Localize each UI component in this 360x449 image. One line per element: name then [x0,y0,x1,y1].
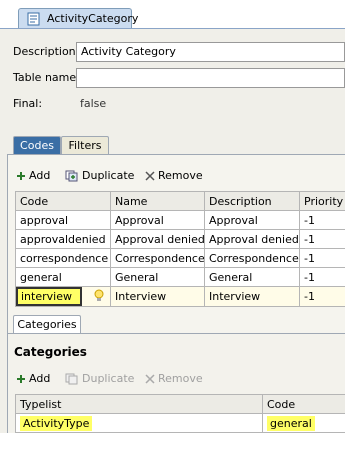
codes-remove-label: Remove [158,169,203,182]
name-cell[interactable]: General [110,267,205,287]
code-edit-input[interactable]: interview [16,287,82,306]
categories-section-title: Categories [14,345,87,359]
description-cell[interactable]: General [204,267,300,287]
name-cell[interactable]: Approval [110,210,205,230]
codes-add-label: Add [29,169,51,182]
description-cell[interactable]: Interview [204,286,300,307]
page-edge-right [345,0,360,449]
codes-panel: Add Duplicate Remove Code Name Descripti… [7,154,347,341]
typelist-value: ActivityType [20,415,93,431]
categories-panel: Categories Add Duplicate Remove Typelist… [7,333,347,436]
categories-add-label: Add [29,372,51,385]
tab-categories[interactable]: Categories [13,315,81,334]
codes-add-button[interactable]: Add [16,168,50,184]
column-header-code[interactable]: Code [15,191,111,211]
tablename-field[interactable] [76,68,345,88]
name-cell[interactable]: Interview [110,286,205,307]
typelist-icon [27,12,40,26]
column-header-priority[interactable]: Priority [299,191,347,211]
final-label: Final: [13,97,43,110]
table-row[interactable]: correspondence Correspondence Correspond… [15,248,347,268]
table-row[interactable]: approval Approval Approval -1 [15,210,347,230]
column-header-code[interactable]: Code [262,394,347,414]
categories-table: Typelist Code ActivityType general [15,394,347,433]
code-cell[interactable]: correspondence [15,248,111,268]
priority-cell[interactable]: -1 [299,248,347,268]
lightbulb-icon[interactable] [94,289,104,302]
categories-remove-button[interactable]: Remove [145,371,203,387]
description-cell[interactable]: Approval [204,210,300,230]
tab-codes[interactable]: Codes [13,136,61,155]
add-icon [17,375,25,383]
duplicate-icon [65,170,78,182]
tablename-label: Table name: [13,71,80,84]
description-field[interactable]: Activity Category [76,42,345,62]
duplicate-icon [65,373,78,385]
name-cell[interactable]: Correspondence [110,248,205,268]
code-cell[interactable]: approval [15,210,111,230]
column-header-name[interactable]: Name [110,191,205,211]
priority-cell[interactable]: -1 [299,229,347,249]
remove-icon [145,171,155,181]
editor-tab-label: ActivityCategory [47,12,139,25]
codes-table: Code Name Description Priority approval … [15,191,347,307]
code-cell[interactable]: approvaldenied [15,229,111,249]
add-icon [17,172,25,180]
categories-remove-label: Remove [158,372,203,385]
column-header-typelist[interactable]: Typelist [15,394,263,414]
editor-tab-activitycategory[interactable]: ActivityCategory [18,8,138,29]
table-row[interactable]: ActivityType general [15,413,347,433]
description-cell[interactable]: Correspondence [204,248,300,268]
remove-icon [145,374,155,384]
column-header-description[interactable]: Description [204,191,300,211]
codes-duplicate-label: Duplicate [82,169,135,182]
categories-duplicate-label: Duplicate [82,372,135,385]
table-row[interactable]: approvaldenied Approval denied Approval … [15,229,347,249]
categories-add-button[interactable]: Add [16,371,50,387]
priority-cell[interactable]: -1 [299,210,347,230]
final-value: false [80,97,107,110]
code-cell[interactable]: general [262,413,347,433]
codes-table-header: Code Name Description Priority [15,191,347,211]
priority-cell[interactable]: -1 [299,267,347,287]
code-cell[interactable]: general [15,267,111,287]
code-cell-editing[interactable]: interview [15,286,111,307]
editor-body: Description: Activity Category Table nam… [0,28,347,436]
codes-remove-button[interactable]: Remove [145,168,203,184]
typelist-cell[interactable]: ActivityType [15,413,263,433]
table-row[interactable]: general General General -1 [15,267,347,287]
categories-table-header: Typelist Code [15,394,347,414]
page-edge-bottom [0,433,360,449]
code-value: general [267,415,315,431]
codes-duplicate-button[interactable]: Duplicate [65,168,134,184]
priority-cell[interactable]: -1 [299,286,347,307]
tab-filters[interactable]: Filters [61,136,109,155]
name-cell[interactable]: Approval denied [110,229,205,249]
table-row-editing[interactable]: interview Interview Interview -1 [15,286,347,307]
categories-duplicate-button[interactable]: Duplicate [65,371,134,387]
description-label: Description: [13,45,80,58]
description-cell[interactable]: Approval denied [204,229,300,249]
